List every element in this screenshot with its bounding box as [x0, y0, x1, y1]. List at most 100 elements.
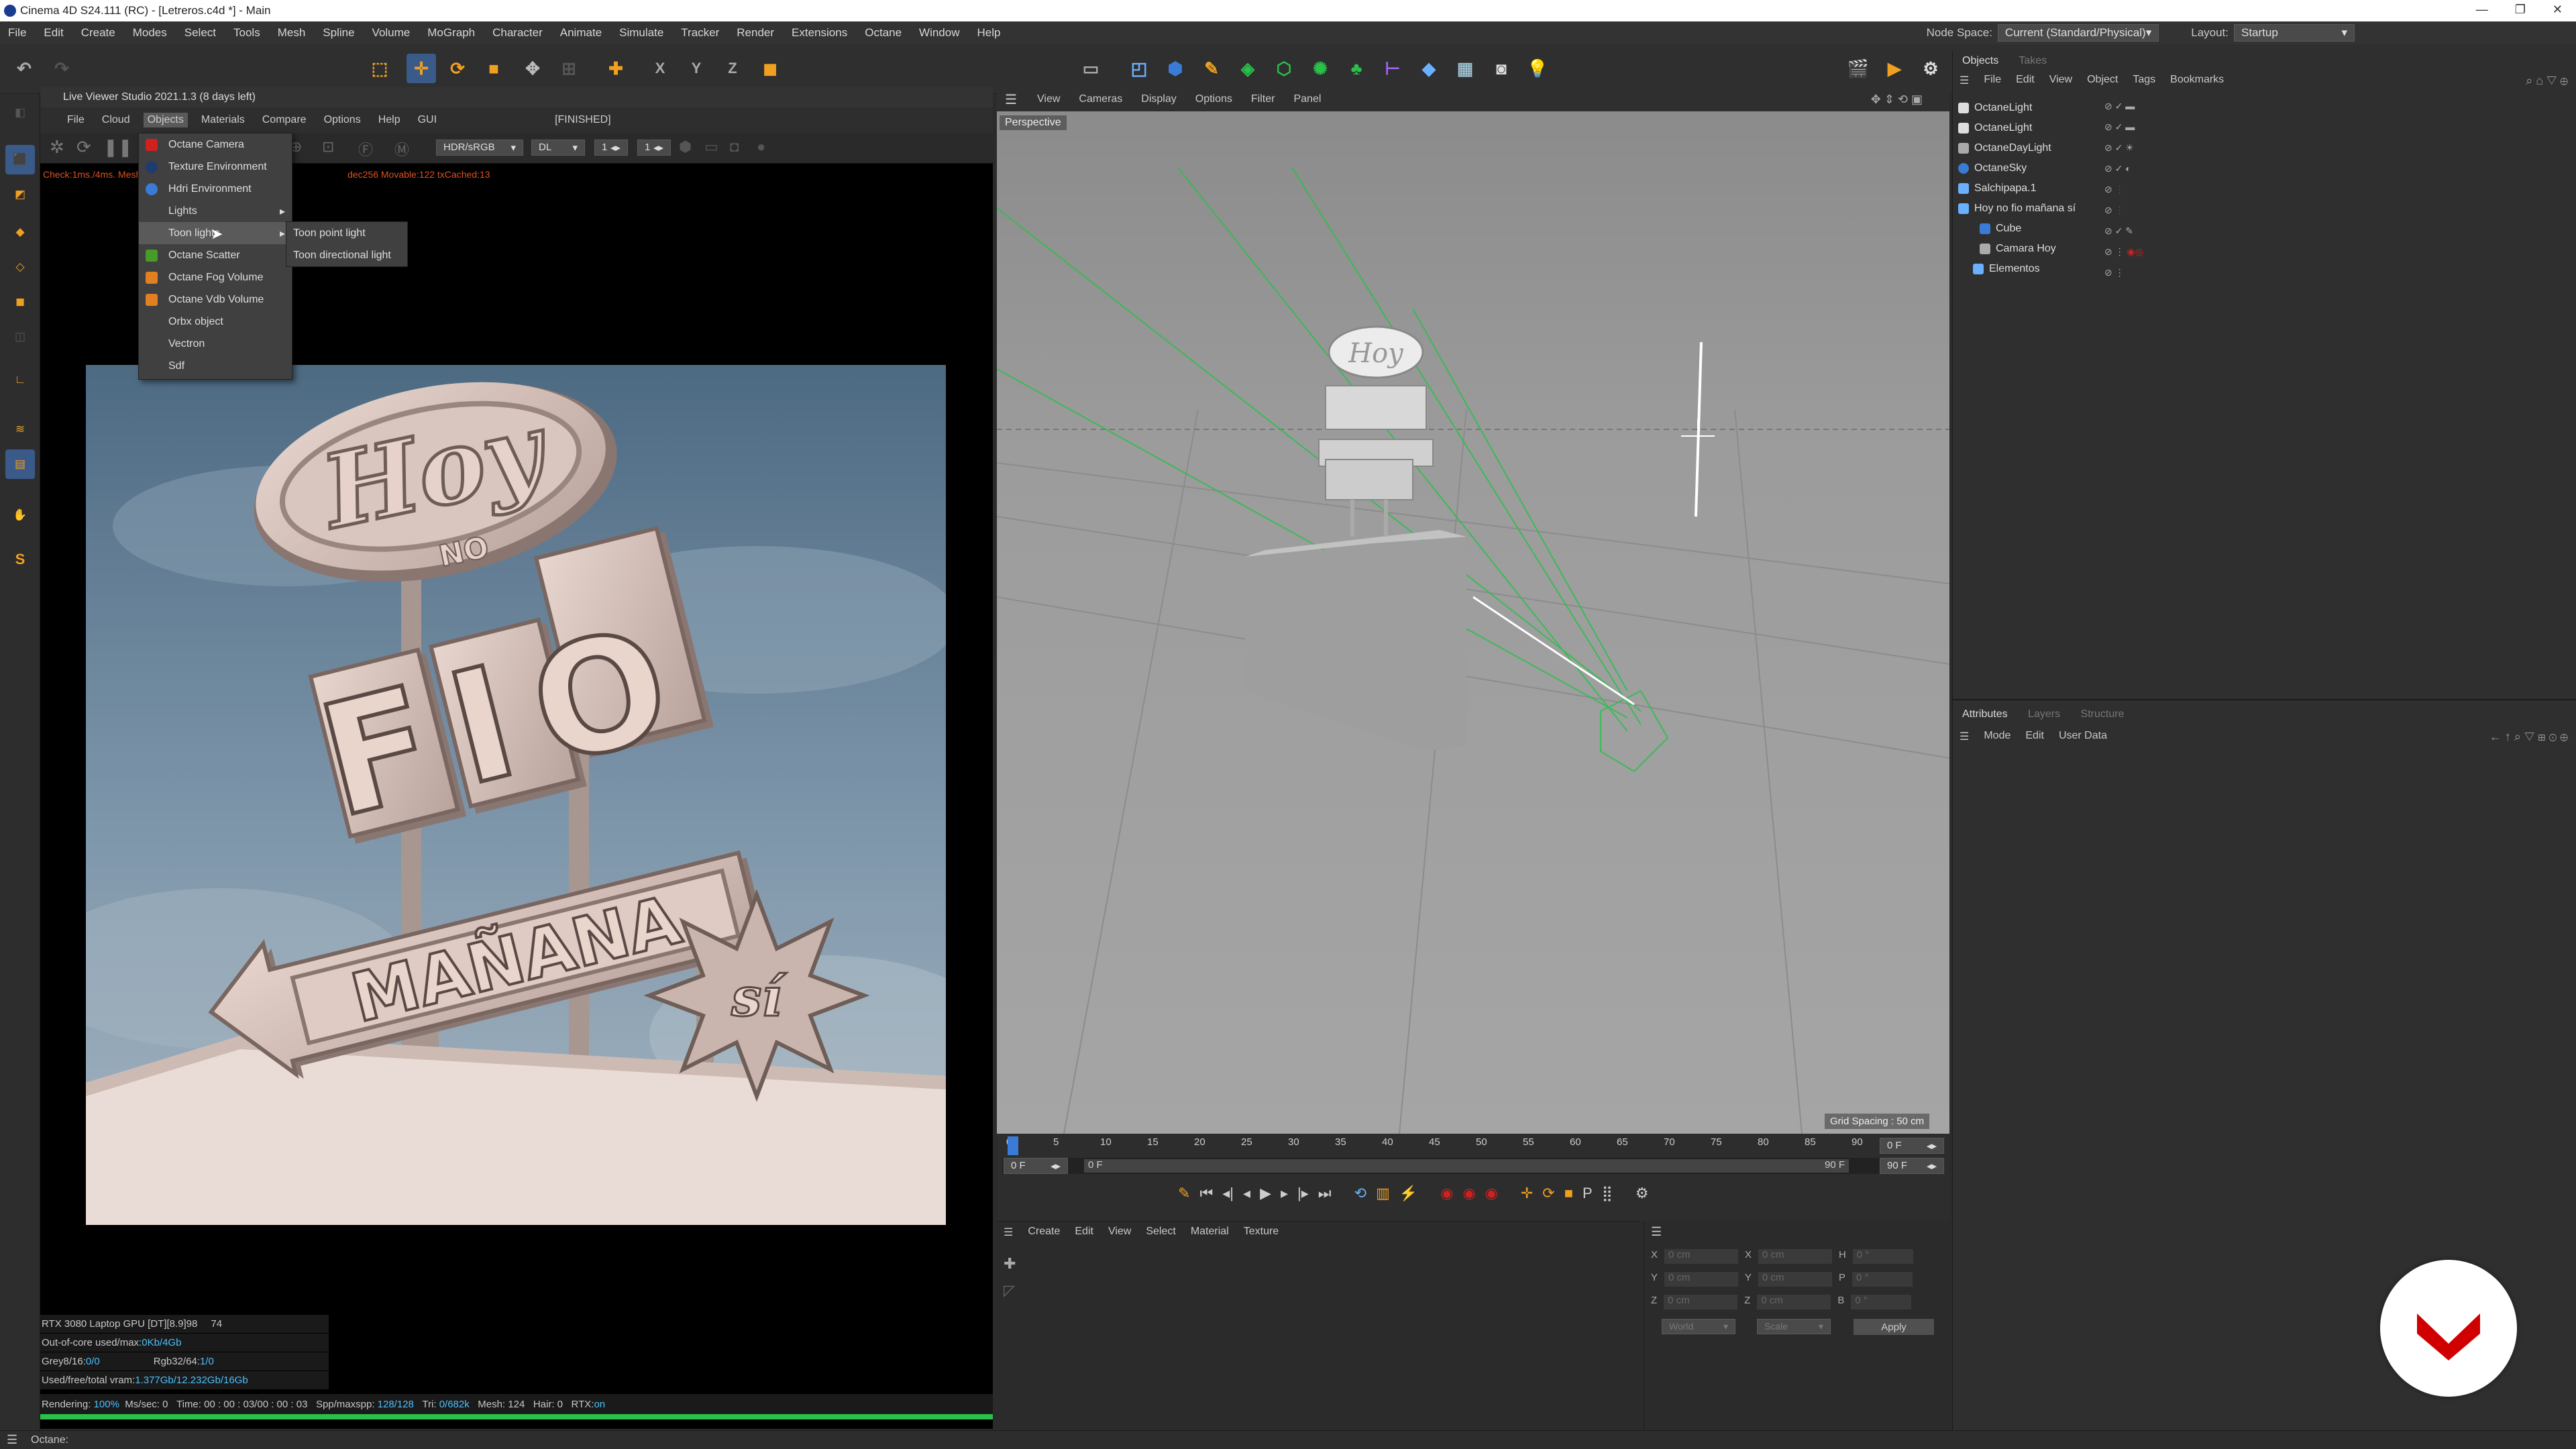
material-menu-icon[interactable]: ☰ — [1004, 1226, 1013, 1239]
material-tool-icon[interactable]: ◸ — [1004, 1282, 1015, 1299]
kernel-dropdown[interactable]: DL ▾ — [531, 140, 585, 156]
playhead[interactable] — [1008, 1136, 1018, 1155]
menu-octane-vdb-volume[interactable]: Octane Vdb Volume — [139, 288, 292, 311]
material-menu-edit[interactable]: Edit — [1075, 1226, 1093, 1239]
object-row-octanedaylight[interactable]: OctaneDayLight — [1958, 138, 2562, 158]
objects-menu-edit[interactable]: Edit — [2016, 74, 2035, 87]
move-tool-icon[interactable]: ✛ — [407, 54, 436, 83]
loop-icon[interactable]: ⟲ — [1354, 1185, 1366, 1202]
next-frame-icon[interactable]: ▸ — [1281, 1185, 1288, 1202]
previous-frame-icon[interactable]: ◂ — [1243, 1185, 1250, 1202]
viewport-menu-panel[interactable]: Panel — [1293, 93, 1321, 105]
visibility-toggle-icon[interactable]: ⊘ ✓ ◐ — [2104, 163, 2143, 174]
viewport-menu-options[interactable]: Options — [1195, 93, 1232, 105]
tab-structure[interactable]: Structure — [2081, 708, 2125, 720]
next-key-icon[interactable]: |▸ — [1297, 1185, 1309, 1202]
color-mode-dropdown[interactable]: HDR/sRGB ▾ — [436, 140, 523, 156]
scale-key-icon[interactable]: ⟳ — [1542, 1185, 1554, 1202]
menu-character[interactable]: Character — [492, 26, 543, 40]
axis-tool-icon[interactable]: ✚ — [601, 54, 631, 83]
menu-octane[interactable]: Octane — [865, 26, 902, 40]
keyframe-selection-icon[interactable]: ◉ — [1485, 1185, 1498, 1202]
extrude-icon[interactable]: ⬡ — [1269, 54, 1299, 83]
visibility-toggle-icon[interactable]: ⊘ ✓ ✎ — [2104, 225, 2143, 237]
redo-icon[interactable]: ↷ — [47, 54, 76, 83]
lv-menu-materials[interactable]: Materials — [201, 114, 245, 126]
attributes-menu-edit[interactable]: Edit — [2025, 730, 2044, 743]
render-settings-icon[interactable]: ⚙ — [1916, 54, 1945, 83]
material-menu-material[interactable]: Material — [1191, 1226, 1229, 1239]
visibility-toggle-icon[interactable]: ⊘ ✓ ▬ — [2104, 101, 2143, 112]
subdivision-icon[interactable]: ◈ — [1233, 54, 1263, 83]
timeline[interactable]: 0 5 10 15 20 25 30 35 40 45 50 55 60 65 … — [997, 1134, 1949, 1221]
clay-mode-icon[interactable]: ▭ — [704, 138, 718, 156]
go-to-end-icon[interactable]: ⏭ — [1318, 1185, 1332, 1202]
lv-menu-objects[interactable]: Objects — [143, 113, 188, 127]
previous-key-icon[interactable]: ◂| — [1222, 1185, 1234, 1202]
menu-texture-environment[interactable]: Texture Environment — [139, 156, 292, 178]
coord-rot-p[interactable]: 0 ° — [1852, 1272, 1913, 1287]
menu-sdf[interactable]: Sdf — [139, 355, 292, 377]
restore-button[interactable]: ❐ — [2515, 3, 2526, 17]
view-icon[interactable]: ▭ — [1076, 54, 1106, 83]
object-row-cube[interactable]: Cube — [1980, 219, 2576, 239]
viewport-navigation-icon[interactable]: ✥ ⇕ ⟲ ▣ — [1871, 93, 1923, 107]
menu-vectron[interactable]: Vectron — [139, 333, 292, 355]
scale-tool-icon[interactable]: ■ — [479, 54, 508, 83]
material-menu-texture[interactable]: Texture — [1244, 1226, 1279, 1239]
model-mode-icon[interactable]: ⬛ — [5, 145, 35, 174]
add-material-icon[interactable]: ✚ — [1004, 1255, 1016, 1273]
coord-size-x[interactable]: 0 cm — [1758, 1249, 1833, 1264]
menu-orbx-object[interactable]: Orbx object — [139, 311, 292, 333]
menu-render[interactable]: Render — [737, 26, 774, 40]
deformer-icon[interactable]: ⊢ — [1378, 54, 1407, 83]
uv-mode-icon[interactable]: ◫ — [5, 322, 35, 352]
keyframe-mode-icon[interactable]: ▥ — [1376, 1185, 1390, 1202]
lock-icon[interactable]: ⬢ — [679, 138, 692, 156]
selection-tool-icon[interactable]: ⬚ — [365, 54, 394, 83]
object-row-camara-hoy[interactable]: Camara Hoy — [1980, 239, 2576, 259]
pen-icon[interactable]: ✎ — [1197, 54, 1226, 83]
objects-menu-bookmarks[interactable]: Bookmarks — [2170, 74, 2224, 87]
floor-icon[interactable]: ▦ — [1450, 54, 1480, 83]
menu-tools[interactable]: Tools — [233, 26, 260, 40]
mograph-icon[interactable]: ♣ — [1342, 54, 1371, 83]
objects-menu-object[interactable]: Object — [2087, 74, 2118, 87]
menu-octane-fog-volume[interactable]: Octane Fog Volume — [139, 266, 292, 288]
focus-picker-icon[interactable]: Ⓕ — [358, 138, 373, 160]
visibility-toggle-icon[interactable]: ⊘ ⋮ ◉◎ — [2104, 246, 2143, 258]
axis-mode-icon[interactable]: ∟ — [5, 365, 35, 394]
lv-menu-compare[interactable]: Compare — [262, 114, 307, 126]
attributes-menu-icon[interactable]: ☰ — [1960, 730, 1969, 743]
autokey-icon[interactable]: ⚡ — [1399, 1185, 1417, 1202]
menu-select[interactable]: Select — [184, 26, 216, 40]
lv-menu-gui[interactable]: GUI — [418, 114, 437, 126]
make-editable-icon[interactable]: ◧ — [5, 98, 35, 127]
objects-search-icon[interactable]: ⌕ ⌂ ▽ ⊕ — [2526, 74, 2568, 88]
menu-tracker[interactable]: Tracker — [681, 26, 719, 40]
object-row-octanesky[interactable]: OctaneSky — [1958, 158, 2562, 178]
camera-icon[interactable]: ◙ — [1487, 54, 1516, 83]
restart-render-icon[interactable]: ⟳ — [76, 137, 91, 158]
rotate-tool-icon[interactable]: ⟳ — [443, 54, 472, 83]
3d-viewport[interactable]: Hoy — [996, 87, 1950, 1134]
tab-takes[interactable]: Takes — [2019, 55, 2047, 66]
tab-objects[interactable]: Objects — [1962, 55, 1998, 66]
visibility-toggle-icon[interactable]: ⊘ ⋮ — [2104, 267, 2143, 278]
coord-size-z[interactable]: 0 cm — [1757, 1295, 1831, 1309]
lv-menu-file[interactable]: File — [67, 114, 85, 126]
z-axis-lock-icon[interactable]: Z — [718, 54, 747, 83]
field-icon[interactable]: ◆ — [1414, 54, 1444, 83]
light-icon[interactable]: 💡 — [1523, 54, 1552, 83]
autokeying-icon[interactable]: ◉ — [1462, 1185, 1475, 1202]
menu-toon-point-light[interactable]: Toon point light — [286, 222, 407, 244]
x-axis-lock-icon[interactable]: X — [645, 54, 675, 83]
timeline-settings-icon[interactable]: ⚙ — [1635, 1185, 1649, 1202]
send-scene-icon[interactable]: ✲ — [50, 137, 64, 158]
edges-mode-icon[interactable]: ◇ — [5, 252, 35, 282]
viewport-menu-display[interactable]: Display — [1141, 93, 1176, 105]
menu-mograph[interactable]: MoGraph — [427, 26, 475, 40]
value1-stepper[interactable]: 1 ◂▸ — [594, 140, 628, 156]
workplane-icon[interactable]: ▤ — [5, 449, 35, 479]
rotation-key-icon[interactable]: ■ — [1564, 1185, 1573, 1202]
